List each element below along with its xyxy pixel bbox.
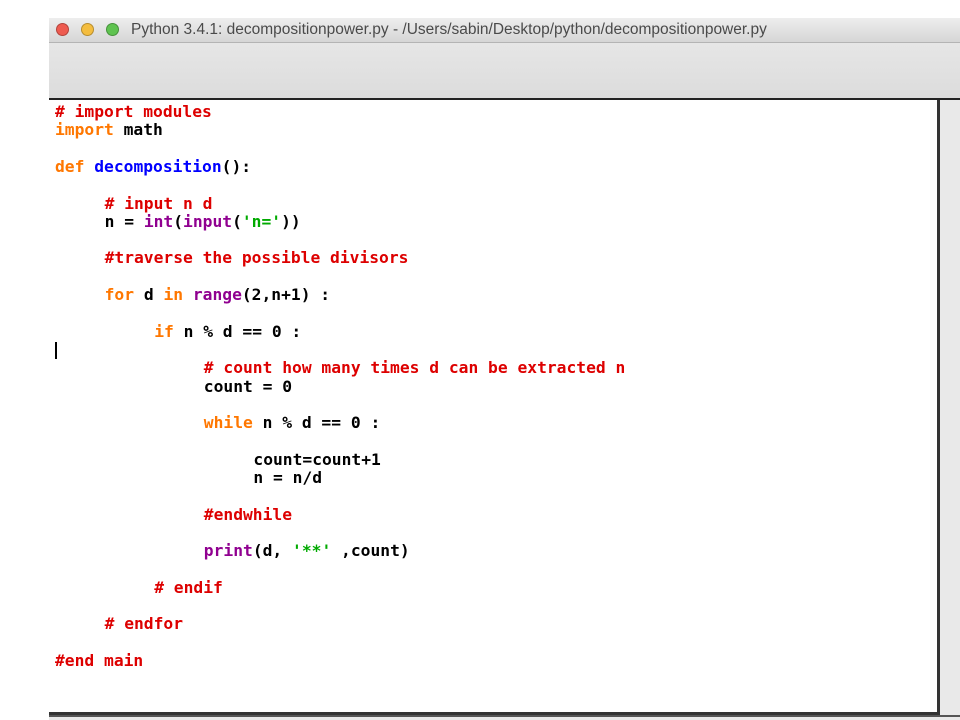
minimize-icon[interactable] [81,23,94,36]
code-line[interactable]: n = n/d [253,468,322,487]
code-token-comment: #end main [55,651,144,670]
code-line[interactable]: count=count+1 [253,450,380,469]
code-token-text: ,count) [331,541,410,561]
code-token-keyword: def [55,156,85,176]
title-bar[interactable]: Python 3.4.1: decompositionpower.py - /U… [49,18,960,43]
code-line[interactable]: #end main [55,651,143,670]
code-line[interactable]: def decomposition(): [55,157,251,176]
code-token-keyword: if [154,321,174,341]
code-token-text: n % d == 0 : [173,321,302,341]
text-caret [55,342,57,359]
code-token-text: count = 0 [203,376,293,396]
code-token-comment: #endwhile [203,504,293,524]
code-line[interactable]: # endfor [105,614,183,633]
code-token-text: (2,n+1) : [241,285,331,304]
code-line[interactable]: # import modules [55,102,212,121]
zoom-icon[interactable] [106,23,119,36]
code-token-text: )) [281,211,301,231]
code-token-text: n = [104,211,144,231]
code-line[interactable]: # input n d [105,194,213,213]
code-token-definition: decomposition [94,156,222,176]
code-token-string: 'n=' [241,211,282,231]
code-token-keyword: in [163,285,184,304]
window-title: Python 3.4.1: decompositionpower.py - /U… [131,21,767,38]
code-line[interactable]: # endif [154,578,223,597]
code-token-text: ( [173,211,184,231]
idle-editor-window: Python 3.4.1: decompositionpower.py - /U… [49,18,960,720]
code-token-text: d [134,285,164,304]
code-token-builtin: int [143,211,174,231]
code-token-text: math [113,120,163,140]
code-line[interactable]: count = 0 [204,377,292,396]
code-line[interactable]: #endwhile [204,505,292,524]
toolbar [49,43,960,100]
code-line[interactable]: if n % d == 0 : [154,322,301,341]
close-icon[interactable] [56,23,69,36]
code-line[interactable]: import math [55,120,163,139]
code-token-builtin: range [192,285,242,304]
code-line[interactable]: #traverse the possible divisors [105,248,409,267]
code-token-text: ( [232,211,242,231]
code-token-comment: # import modules [55,102,212,121]
code-token-keyword: for [104,285,135,304]
code-token-comment: # endif [154,577,223,597]
code-token-comment: #traverse the possible divisors [104,248,409,268]
divider [49,715,960,717]
code-token-text: count=count+1 [253,449,381,469]
code-token-keyword: import [55,120,114,140]
code-token-comment: # count how many times d can be extracte… [203,358,626,378]
code-token-text: n % d == 0 : [252,413,381,433]
code-token-text: (): [221,156,252,176]
code-token-text: n = n/d [253,468,323,487]
code-editor[interactable]: # import modules import math def decomposi… [49,100,940,715]
code-token-comment: # endfor [104,614,184,634]
code-line[interactable]: for d in range(2,n+1) : [105,285,331,304]
code-line[interactable]: while n % d == 0 : [204,413,380,432]
code-token-builtin: print [203,541,253,561]
code-token-string: '**' [292,541,332,561]
code-line[interactable]: # count how many times d can be extracte… [204,358,626,377]
code-token-text: (d, [252,541,293,561]
code-token-builtin: input [183,211,233,231]
code-line[interactable]: n = int(input('n=')) [105,212,301,231]
code-token-comment: # input n d [104,193,213,213]
code-line[interactable]: print(d, '**' ,count) [204,541,410,560]
code-token-keyword: while [203,413,253,433]
